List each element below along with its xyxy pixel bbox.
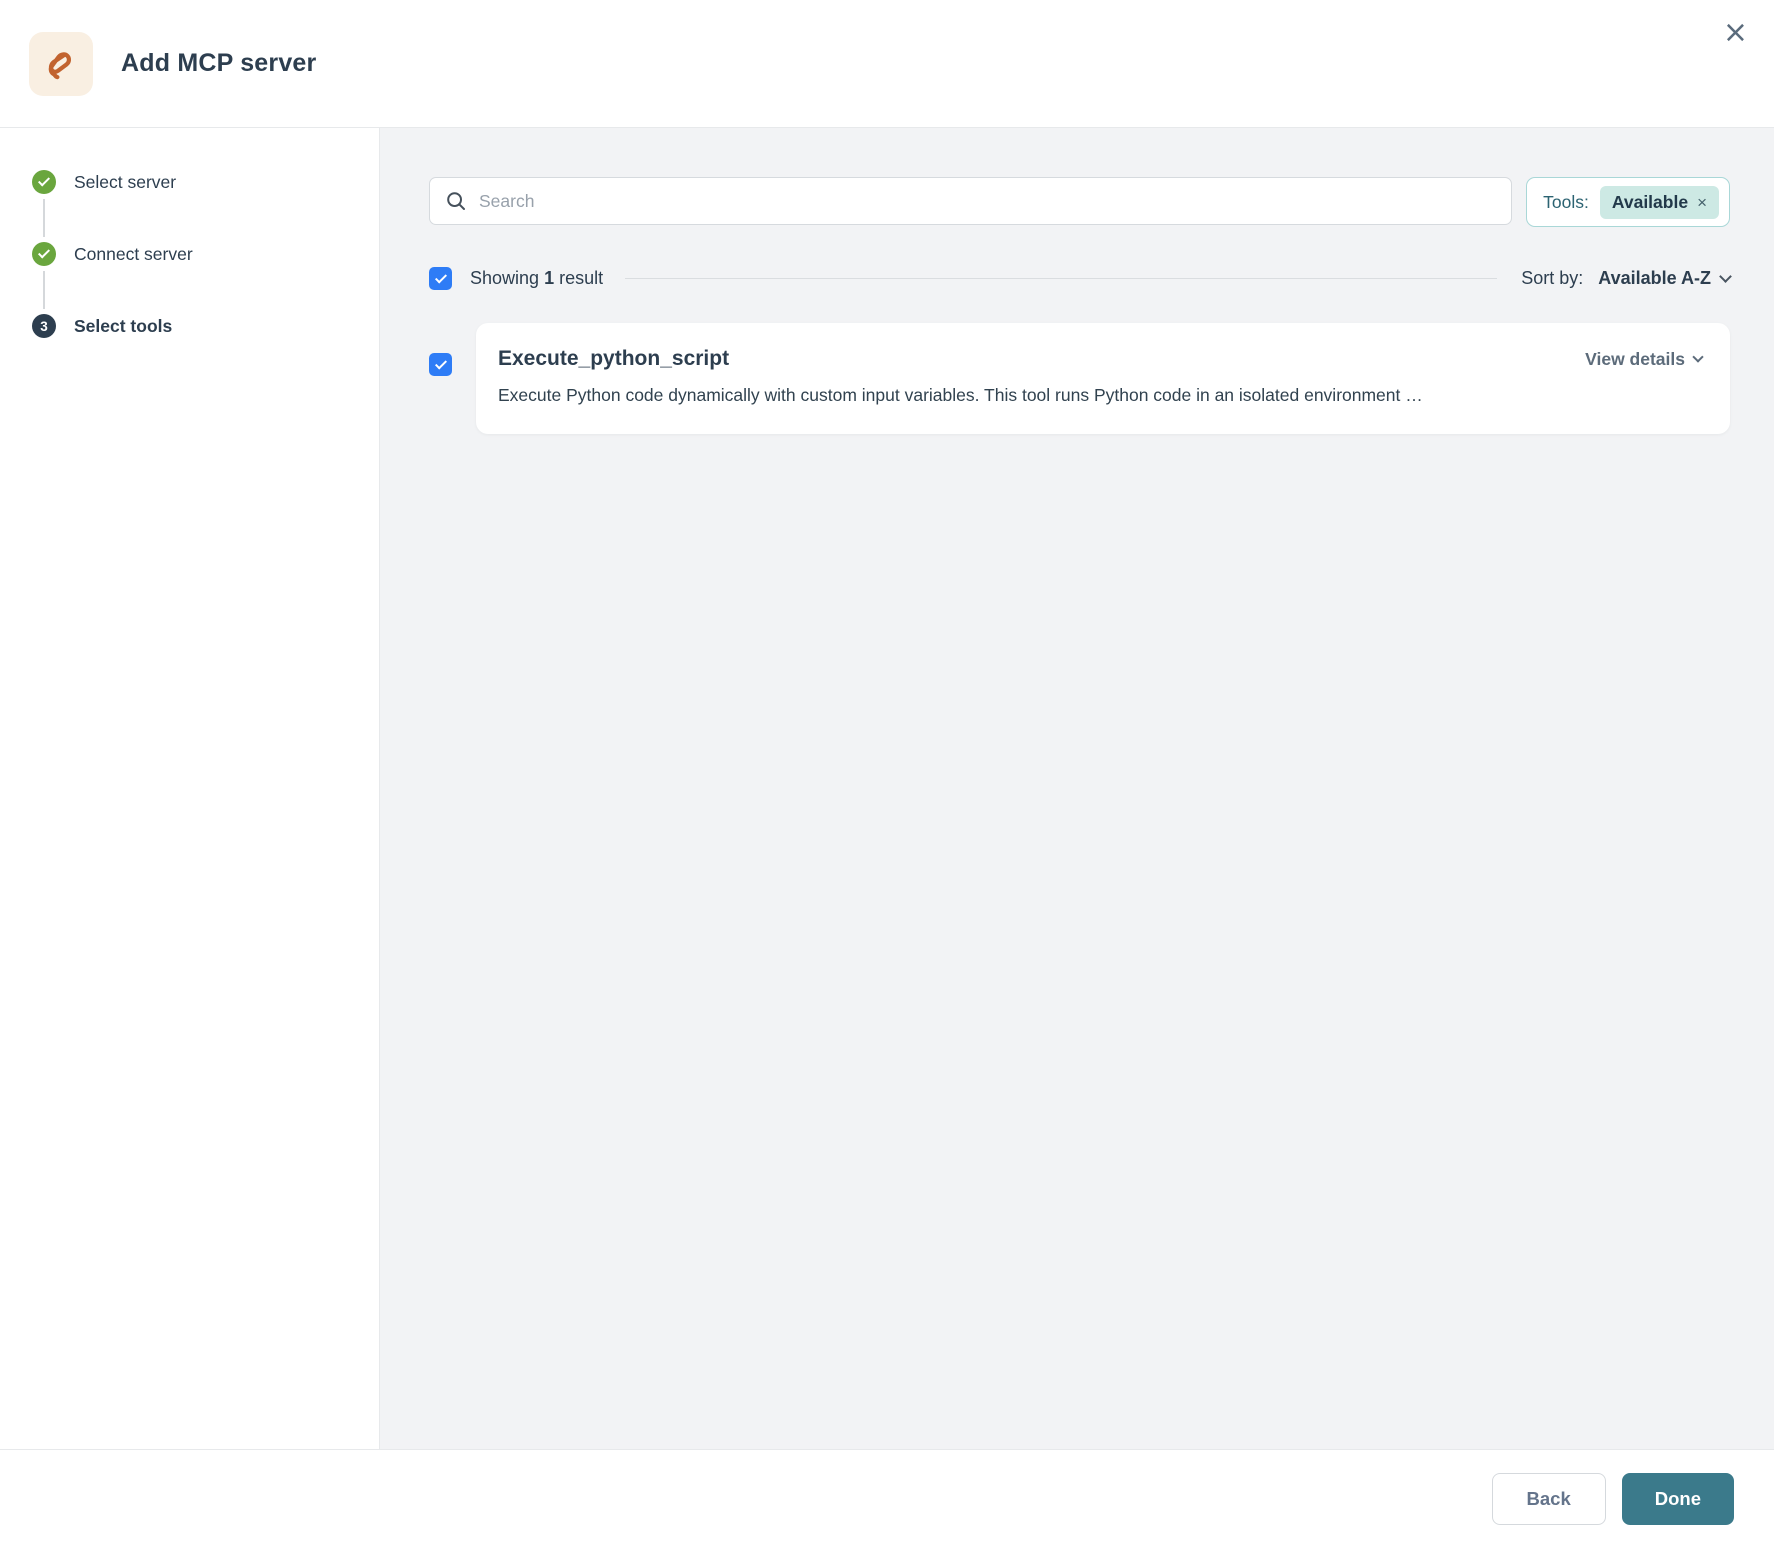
step-label: Select server xyxy=(74,172,176,193)
step-complete-icon xyxy=(32,170,56,194)
dialog-header: Add MCP server × xyxy=(0,0,1774,128)
dialog-footer: Back Done xyxy=(0,1449,1774,1548)
scribble-logo-icon xyxy=(42,45,80,83)
chevron-down-icon xyxy=(1719,270,1732,283)
tool-card: Execute_python_script View details Execu… xyxy=(476,323,1730,434)
search-icon xyxy=(446,191,466,211)
check-icon xyxy=(434,271,446,283)
step-label: Select tools xyxy=(74,316,172,337)
tool-card-header: Execute_python_script View details xyxy=(498,347,1702,371)
step-number-icon: 3 xyxy=(32,314,56,338)
step-connector xyxy=(43,271,45,309)
showing-text: Showing xyxy=(470,268,544,288)
chevron-down-icon xyxy=(1692,351,1703,362)
toolbar: Tools: Available × xyxy=(429,177,1730,227)
check-icon xyxy=(38,174,50,186)
search-input[interactable] xyxy=(479,191,1495,212)
tool-row: Execute_python_script View details Execu… xyxy=(429,323,1730,434)
close-icon[interactable]: × xyxy=(1723,18,1748,48)
result-text: result xyxy=(554,268,603,288)
step-label: Connect server xyxy=(74,244,193,265)
sort-dropdown[interactable]: Sort by: Available A-Z xyxy=(1521,268,1730,289)
filter-remove-icon[interactable]: × xyxy=(1697,194,1707,211)
results-summary: Showing 1 result xyxy=(470,268,603,289)
check-icon xyxy=(38,246,50,258)
mcp-server-logo xyxy=(29,32,93,96)
step-select-tools: 3 Select tools xyxy=(32,314,379,338)
tool-description: Execute Python code dynamically with cus… xyxy=(498,384,1702,408)
view-details-label: View details xyxy=(1585,349,1685,370)
back-button[interactable]: Back xyxy=(1492,1473,1606,1525)
tool-checkbox[interactable] xyxy=(429,353,452,376)
search-box[interactable] xyxy=(429,177,1512,225)
divider xyxy=(625,278,1497,279)
page-title: Add MCP server xyxy=(121,49,316,78)
check-icon xyxy=(434,357,446,369)
step-connector xyxy=(43,199,45,237)
filter-pill-available[interactable]: Available × xyxy=(1600,186,1719,219)
results-bar: Showing 1 result Sort by: Available A-Z xyxy=(429,267,1730,290)
tool-name: Execute_python_script xyxy=(498,347,729,371)
step-complete-icon xyxy=(32,242,56,266)
filter-label: Tools: xyxy=(1543,192,1589,213)
view-details-button[interactable]: View details xyxy=(1585,349,1702,370)
step-select-server: Select server xyxy=(32,170,379,194)
filter-value: Available xyxy=(1612,192,1688,213)
done-button[interactable]: Done xyxy=(1622,1473,1734,1525)
tools-panel: Tools: Available × Showing 1 result Sort… xyxy=(380,128,1774,1449)
select-all-checkbox[interactable] xyxy=(429,267,452,290)
result-count: 1 xyxy=(544,268,554,288)
sort-value: Available A-Z xyxy=(1598,268,1711,289)
tools-filter-chip[interactable]: Tools: Available × xyxy=(1526,177,1730,227)
stepper-sidebar: Select server Connect server 3 Select to… xyxy=(0,128,380,1449)
step-connect-server: Connect server xyxy=(32,242,379,266)
sort-label: Sort by: xyxy=(1521,268,1588,289)
